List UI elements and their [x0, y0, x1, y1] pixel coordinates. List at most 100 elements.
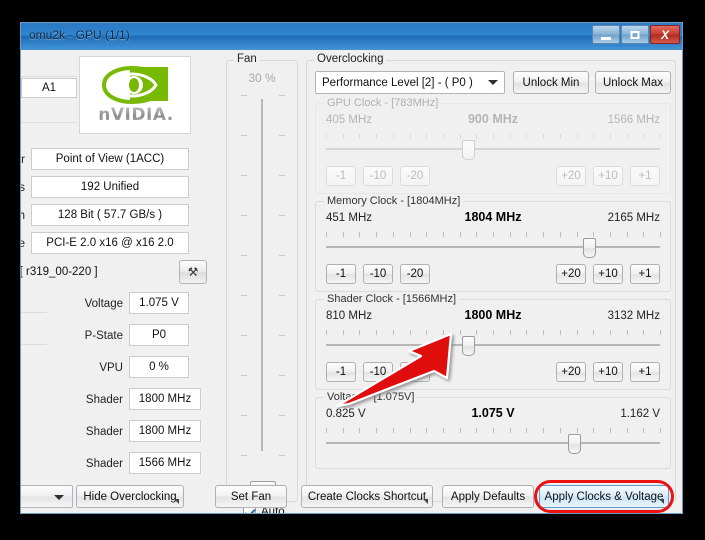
apply-defaults-button[interactable]: Apply Defaults [442, 485, 534, 508]
window-titlebar[interactable]: omu2k - GPU (1/1) X [21, 23, 682, 50]
split-arrow-icon [659, 499, 664, 504]
nvidia-eye-icon [98, 65, 170, 105]
unlock-min-button[interactable]: Unlock Min [513, 71, 589, 94]
screenshot-root: omu2k - GPU (1/1) X A1 [0, 0, 705, 540]
shader-clock-slider-thumb[interactable] [462, 336, 475, 356]
nvidia-wordmark: nVIDIA. [85, 105, 187, 125]
create-clocks-shortcut-label: Create Clocks Shortcut [308, 491, 426, 503]
fan-slider-track[interactable] [261, 99, 263, 451]
memory-clock-plus-20[interactable]: +20 [556, 264, 586, 284]
split-arrow-icon [174, 499, 179, 504]
row-label-0: r [20, 154, 25, 166]
gpu-clock-plus-1[interactable]: +1 [630, 166, 660, 186]
row-label-1: s [20, 182, 25, 194]
overclocking-groupbox: Overclocking Performance Level [2] - ( P… [306, 60, 676, 502]
driver-version-label: _ - [ r319_00-220 ] [20, 266, 98, 278]
close-button[interactable]: X [650, 25, 680, 44]
set-fan-button[interactable]: Set Fan [215, 485, 287, 508]
bios-version-field: A1 [21, 78, 77, 98]
memory-clock-plus-1[interactable]: +1 [630, 264, 660, 284]
stat-label-vpu: VPU [63, 362, 123, 374]
shader-units-field: 192 Unified [31, 176, 189, 198]
gpu-clock-ticks [326, 134, 660, 140]
memory-clock-slider-group: Memory Clock - [1804MHz] 451 MHz 1804 MH… [315, 201, 671, 292]
stat-label-shader-2: Shader [63, 458, 123, 470]
stat-label-shader-1: Shader [63, 426, 123, 438]
shader-clock-caption: Shader Clock - [1566MHz] [324, 293, 459, 305]
memory-clock-plus-10[interactable]: +10 [593, 264, 623, 284]
gpu-info-panel: A1 nVIDIA. r Point of View (1ACC) s [20, 54, 211, 502]
stat-value-voltage: 1.075 V [129, 292, 189, 314]
window-title: omu2k - GPU (1/1) [29, 28, 130, 42]
stat-value-vpu: 0 % [129, 356, 189, 378]
memory-clock-slider-thumb[interactable] [583, 238, 596, 258]
fan-value-label: 30 % [227, 71, 297, 85]
hide-overclocking-button[interactable]: Hide Overclocking [76, 485, 184, 508]
performance-level-value: Performance Level [2] - ( P0 ) [322, 77, 473, 89]
voltage-slider-thumb[interactable] [568, 434, 581, 454]
gpu-clock-minus-10[interactable]: -10 [363, 166, 393, 186]
info-divider-top2 [21, 104, 77, 123]
shader-clock-plus-10[interactable]: +10 [593, 362, 623, 382]
info-divider-top [21, 58, 77, 77]
hide-overclocking-label: Hide Overclocking [83, 491, 176, 503]
gpu-clock-slider-thumb[interactable] [462, 140, 475, 160]
gpu-clock-minus-20[interactable]: -20 [400, 166, 430, 186]
overclocking-caption: Overclocking [314, 53, 386, 65]
nvidia-logo-box: nVIDIA. [79, 56, 191, 134]
unlock-max-button[interactable]: Unlock Max [595, 71, 671, 94]
memory-clock-track[interactable] [326, 246, 660, 248]
maximize-button[interactable] [621, 25, 649, 44]
clip-divider-1 [20, 344, 47, 345]
manufacturer-field: Point of View (1ACC) [31, 148, 189, 170]
close-icon: X [659, 29, 671, 41]
maximize-icon [631, 31, 640, 39]
memory-clock-max-label: 2165 MHz [608, 212, 660, 224]
gpu-clock-slider-group: GPU Clock - [783MHz] 405 MHz 900 MHz 156… [315, 103, 671, 194]
voltage-caption: Voltage - [1.075V] [324, 391, 417, 403]
create-clocks-shortcut-button[interactable]: Create Clocks Shortcut [301, 485, 433, 508]
shader-clock-track[interactable] [326, 344, 660, 346]
stat-value-shader-0: 1800 MHz [129, 388, 201, 410]
voltage-max-label: 1.162 V [620, 408, 660, 420]
shader-clock-minus-20[interactable]: -20 [400, 362, 430, 382]
minimize-icon [601, 37, 611, 40]
voltage-slider-group: Voltage - [1.075V] 0.825 V 1.075 V 1.162… [315, 397, 671, 469]
gpu-clock-plus-20[interactable]: +20 [556, 166, 586, 186]
fan-slider-ticks [241, 95, 285, 455]
stat-value-shader-2: 1566 MHz [129, 452, 201, 474]
memory-clock-minus-1[interactable]: -1 [326, 264, 356, 284]
shader-clock-minus-10[interactable]: -10 [363, 362, 393, 382]
row-label-3: e [20, 238, 25, 250]
row-label-2: h [20, 210, 25, 222]
stat-label-voltage: Voltage [63, 298, 123, 310]
gpu-clock-max-label: 1566 MHz [608, 114, 660, 126]
minimize-button[interactable] [592, 25, 620, 44]
voltage-ticks [326, 428, 660, 434]
gpu-clock-track[interactable] [326, 148, 660, 150]
shader-clock-max-label: 3132 MHz [608, 310, 660, 322]
wrench-icon[interactable]: ⚒ [179, 260, 207, 284]
memory-clock-minus-10[interactable]: -10 [363, 264, 393, 284]
shader-clock-minus-1[interactable]: -1 [326, 362, 356, 382]
apply-clocks-voltage-button[interactable]: Apply Clocks & Voltage [539, 485, 669, 508]
memory-clock-ticks [326, 232, 660, 238]
shader-clock-plus-1[interactable]: +1 [630, 362, 660, 382]
gpu-clock-caption: GPU Clock - [783MHz] [324, 97, 441, 109]
apply-clocks-voltage-label: Apply Clocks & Voltage [545, 491, 664, 503]
stat-value-pstate: P0 [129, 324, 189, 346]
memory-clock-minus-20[interactable]: -20 [400, 264, 430, 284]
bottom-button-bar: Hide Overclocking Set Fan Create Clocks … [21, 484, 682, 510]
stat-label-pstate: P-State [63, 330, 123, 342]
shader-clock-plus-20[interactable]: +20 [556, 362, 586, 382]
chevron-down-icon [488, 80, 498, 85]
profile-dropdown[interactable] [20, 485, 73, 508]
memory-clock-caption: Memory Clock - [1804MHz] [324, 195, 463, 207]
gpu-clock-plus-10[interactable]: +10 [593, 166, 623, 186]
voltage-track[interactable] [326, 442, 660, 444]
fan-caption: Fan [234, 53, 260, 65]
shader-clock-ticks [326, 330, 660, 336]
performance-level-dropdown[interactable]: Performance Level [2] - ( P0 ) [315, 71, 505, 94]
gpu-clock-minus-1[interactable]: -1 [326, 166, 356, 186]
window-client-area: A1 nVIDIA. r Point of View (1ACC) s [21, 50, 682, 514]
